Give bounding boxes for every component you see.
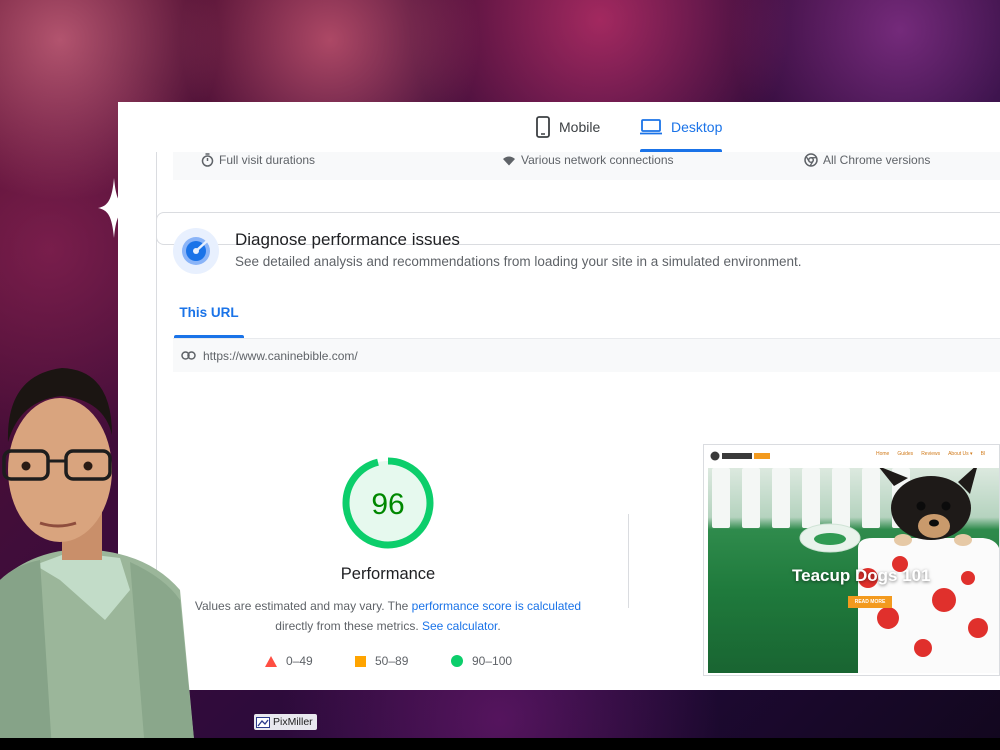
- feature-visit-durations: Full visit durations: [201, 152, 315, 168]
- see-calculator-link[interactable]: See calculator: [422, 619, 497, 633]
- tested-url-row: https://www.caninebible.com/: [173, 338, 1000, 372]
- tab-mobile-label: Mobile: [559, 119, 601, 135]
- legend-range: 50–89: [375, 654, 409, 668]
- feature-label: Various network connections: [521, 153, 674, 167]
- preview-nav-links: Home Guides Reviews About Us ▾ Bl: [876, 451, 985, 457]
- legend-average: 50–89: [355, 654, 408, 668]
- diagnose-title: Diagnose performance issues: [235, 230, 460, 249]
- laptop-icon: [640, 119, 662, 135]
- tab-this-url[interactable]: This URL: [174, 305, 244, 320]
- performance-score: 96: [371, 488, 404, 521]
- site-logo-icon: [710, 451, 770, 461]
- note-text-1: Values are estimated and may vary. The: [194, 599, 412, 613]
- score-note: Values are estimated and may vary. The p…: [188, 596, 588, 636]
- lab-data-icon: [173, 228, 219, 274]
- legend-range: 0–49: [286, 654, 313, 668]
- tab-desktop[interactable]: Desktop: [640, 102, 723, 152]
- wifi-icon: [503, 156, 515, 165]
- preview-nav-link: About Us ▾: [948, 451, 973, 457]
- note-text-3: .: [497, 619, 501, 633]
- performance-gauge: 96: [342, 457, 434, 549]
- preview-read-more-button: READ MORE: [848, 596, 892, 608]
- preview-nav-link: Bl: [980, 451, 986, 457]
- preview-nav-link: Reviews: [921, 451, 941, 457]
- tab-mobile[interactable]: Mobile: [536, 102, 600, 152]
- feature-chrome-versions: All Chrome versions: [804, 152, 930, 168]
- square-icon: [355, 655, 366, 667]
- diagnose-subtitle: See detailed analysis and recommendation…: [235, 254, 802, 269]
- preview-nav-link: Home: [876, 451, 890, 457]
- preview-hero-image: Teacup Dogs 101 READ MORE: [708, 468, 999, 673]
- feature-label: All Chrome versions: [823, 153, 931, 167]
- divider: [628, 514, 629, 608]
- legend-range: 90–100: [472, 654, 513, 668]
- preview-navbar: Home Guides Reviews About Us ▾ Bl: [704, 445, 999, 465]
- page-screenshot-preview: Home Guides Reviews About Us ▾ Bl Teacup…: [703, 444, 1000, 676]
- circle-icon: [451, 655, 463, 667]
- preview-hero-title: Teacup Dogs 101: [792, 566, 931, 585]
- watermark-text: PixMiller: [273, 716, 313, 728]
- watermark: PixMiller: [254, 714, 317, 730]
- note-text-2: directly from these metrics.: [275, 619, 422, 633]
- device-tabbar: Mobile Desktop: [118, 102, 1000, 152]
- performance-label: Performance: [340, 565, 436, 583]
- performance-score-link[interactable]: performance score is calculated: [412, 599, 581, 613]
- pixmiller-logo-icon: [256, 716, 270, 728]
- tab-desktop-label: Desktop: [671, 119, 723, 135]
- feature-label: Full visit durations: [219, 153, 316, 167]
- preview-nav-link: Guides: [897, 451, 914, 457]
- presenter-avatar: [0, 368, 195, 750]
- chrome-icon: [804, 153, 818, 167]
- feature-network: Various network connections: [502, 152, 674, 168]
- legend-fail: 0–49: [265, 654, 313, 668]
- tested-url: https://www.caninebible.com/: [203, 348, 358, 363]
- stopwatch-icon: [201, 153, 214, 167]
- phone-icon: [536, 116, 550, 138]
- bottom-bar: [0, 738, 1000, 750]
- legend-pass: 90–100: [451, 654, 512, 668]
- pagespeed-panel: Mobile Desktop Full visit durations Vari…: [118, 102, 1000, 690]
- triangle-icon: [265, 655, 277, 667]
